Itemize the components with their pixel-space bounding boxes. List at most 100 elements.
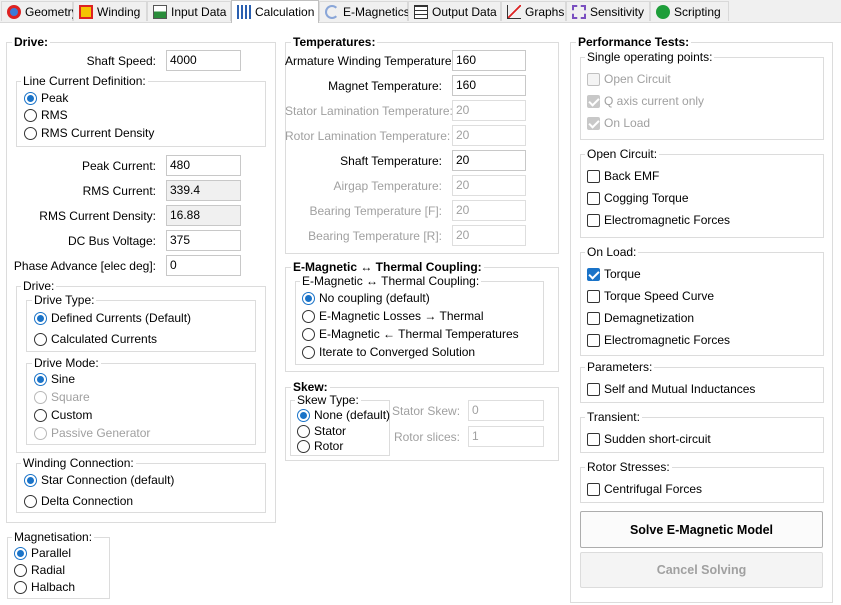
torque-checkbox[interactable]: Torque bbox=[587, 267, 641, 281]
cogging-torque-checkbox[interactable]: Cogging Torque bbox=[587, 191, 689, 205]
tab-scripting[interactable]: Scripting bbox=[650, 1, 729, 21]
defined-currents-radio[interactable]: Defined Currents (Default) bbox=[34, 311, 191, 325]
q-axis-current-checkbox[interactable]: Q axis current only bbox=[587, 94, 704, 108]
cancel-solving-button[interactable]: Cancel Solving bbox=[580, 552, 823, 588]
tab-output-data[interactable]: Output Data bbox=[408, 1, 501, 21]
drive-type-title: Drive Type: bbox=[32, 293, 97, 307]
tab-calculation[interactable]: Calculation bbox=[231, 0, 319, 23]
emagnetics-icon bbox=[325, 4, 339, 19]
bearing-temperature-rear-input[interactable]: 20 bbox=[452, 225, 526, 246]
geometry-icon bbox=[7, 4, 21, 19]
on-load-point-checkbox[interactable]: On Load bbox=[587, 116, 650, 130]
phase-advance-input[interactable]: 0 bbox=[166, 255, 241, 276]
airgap-temperature-input[interactable]: 20 bbox=[452, 175, 526, 196]
checkbox-label: Electromagnetic Forces bbox=[604, 333, 731, 347]
input-data-icon bbox=[153, 4, 167, 19]
radio-indicator bbox=[34, 390, 47, 404]
tab-graphs[interactable]: Graphs bbox=[501, 1, 566, 21]
dc-bus-voltage-input[interactable]: 375 bbox=[166, 230, 241, 251]
radio-indicator bbox=[34, 311, 47, 325]
open-circuit-title: Open Circuit: bbox=[585, 147, 660, 161]
checkbox-label: Q axis current only bbox=[604, 94, 705, 108]
tab-sensitivity[interactable]: Sensitivity bbox=[566, 1, 650, 21]
bearing-temperature-front-input[interactable]: 20 bbox=[452, 200, 526, 221]
radio-indicator bbox=[24, 126, 37, 140]
tab-geometry[interactable]: Geometry bbox=[1, 1, 78, 21]
oc-electromagnetic-forces-checkbox[interactable]: Electromagnetic Forces bbox=[587, 213, 730, 227]
checkbox-label: Demagnetization bbox=[604, 311, 695, 325]
radio-label: Defined Currents (Default) bbox=[51, 311, 192, 325]
radio-label: Peak bbox=[41, 91, 69, 105]
checkbox-label: Cogging Torque bbox=[604, 191, 689, 205]
magnet-temperature-input[interactable]: 160 bbox=[452, 75, 526, 96]
radio-label: No coupling (default) bbox=[319, 291, 430, 305]
magnetisation-title: Magnetisation: bbox=[12, 530, 95, 544]
stator-skew-input[interactable]: 0 bbox=[468, 400, 544, 421]
demagnetization-checkbox[interactable]: Demagnetization bbox=[587, 311, 694, 325]
dc-bus-voltage-label: DC Bus Voltage: bbox=[67, 234, 156, 248]
stator-lamination-temperature-input[interactable]: 20 bbox=[452, 100, 526, 121]
rms-current-density-field: 16.88 bbox=[166, 205, 241, 226]
rotor-lamination-temperature-input[interactable]: 20 bbox=[452, 125, 526, 146]
centrifugal-forces-checkbox[interactable]: Centrifugal Forces bbox=[587, 482, 702, 496]
self-mutual-inductances-checkbox[interactable]: Self and Mutual Inductances bbox=[587, 382, 755, 396]
drive-group-title: Drive: bbox=[21, 279, 57, 293]
radio-label: Rotor bbox=[314, 439, 344, 453]
star-connection-radio[interactable]: Star Connection (default) bbox=[24, 473, 174, 487]
emagnetic-losses-thermal-radio[interactable]: E-Magnetic Losses → Thermal bbox=[302, 309, 484, 323]
passive-generator-radio[interactable]: Passive Generator bbox=[34, 426, 150, 440]
radio-indicator bbox=[34, 332, 47, 346]
scripting-icon bbox=[656, 4, 670, 19]
open-circuit-point-checkbox[interactable]: Open Circuit bbox=[587, 72, 671, 86]
calculation-icon bbox=[237, 5, 251, 19]
tab-label: Input Data bbox=[171, 4, 227, 19]
radial-radio[interactable]: Radial bbox=[14, 563, 65, 577]
skew-stator-radio[interactable]: Stator bbox=[297, 424, 346, 438]
radio-indicator bbox=[34, 372, 47, 386]
tab-emagnetics[interactable]: E-Magnetics bbox=[319, 1, 410, 21]
calculated-currents-radio[interactable]: Calculated Currents bbox=[34, 332, 157, 346]
checkbox-label: Self and Mutual Inductances bbox=[604, 382, 756, 396]
graphs-icon bbox=[507, 4, 521, 19]
checkbox-indicator bbox=[587, 169, 600, 183]
rotor-slices-input[interactable]: 1 bbox=[468, 426, 544, 447]
temperatures-section bbox=[285, 42, 559, 254]
custom-radio[interactable]: Custom bbox=[34, 408, 92, 422]
shaft-temperature-input[interactable]: 20 bbox=[452, 150, 526, 171]
checkbox-label: Open Circuit bbox=[604, 72, 671, 86]
tab-winding[interactable]: Winding bbox=[73, 1, 147, 21]
rotor-lamination-temperature-label: Rotor Lamination Temperature: bbox=[285, 129, 451, 143]
rms-radio[interactable]: RMS bbox=[24, 108, 68, 122]
tab-label: Graphs bbox=[525, 4, 565, 19]
checkbox-label: Torque Speed Curve bbox=[604, 289, 715, 303]
shaft-speed-input[interactable]: 4000 bbox=[166, 50, 241, 71]
sudden-short-circuit-checkbox[interactable]: Sudden short-circuit bbox=[587, 432, 711, 446]
delta-connection-radio[interactable]: Delta Connection bbox=[24, 494, 133, 508]
skew-type-title: Skew Type: bbox=[295, 393, 361, 407]
back-emf-checkbox[interactable]: Back EMF bbox=[587, 169, 659, 183]
tab-label: Output Data bbox=[432, 4, 497, 19]
emagnetic-thermal-temperatures-radio[interactable]: E-Magnetic ← Thermal Temperatures bbox=[302, 327, 519, 341]
solve-emagnetic-model-button[interactable]: Solve E-Magnetic Model bbox=[580, 511, 823, 548]
iterate-converged-radio[interactable]: Iterate to Converged Solution bbox=[302, 345, 475, 359]
square-radio[interactable]: Square bbox=[34, 390, 90, 404]
no-coupling-radio[interactable]: No coupling (default) bbox=[302, 291, 430, 305]
sine-radio[interactable]: Sine bbox=[34, 372, 75, 386]
peak-current-input[interactable]: 480 bbox=[166, 155, 241, 176]
peak-radio[interactable]: Peak bbox=[24, 91, 68, 105]
checkbox-indicator bbox=[587, 94, 600, 108]
radio-indicator bbox=[302, 291, 315, 305]
parallel-radio[interactable]: Parallel bbox=[14, 546, 71, 560]
skew-rotor-radio[interactable]: Rotor bbox=[297, 439, 343, 453]
rms-current-density-radio[interactable]: RMS Current Density bbox=[24, 126, 154, 140]
checkbox-label: Sudden short-circuit bbox=[604, 432, 711, 446]
skew-none-radio[interactable]: None (default) bbox=[297, 408, 390, 422]
tab-input-data[interactable]: Input Data bbox=[147, 1, 231, 21]
radio-indicator bbox=[34, 408, 47, 422]
armature-winding-temperature-input[interactable]: 160 bbox=[452, 50, 526, 71]
radio-label: Halbach bbox=[31, 580, 76, 594]
torque-speed-curve-checkbox[interactable]: Torque Speed Curve bbox=[587, 289, 714, 303]
ol-electromagnetic-forces-checkbox[interactable]: Electromagnetic Forces bbox=[587, 333, 730, 347]
halbach-radio[interactable]: Halbach bbox=[14, 580, 75, 594]
stator-skew-label: Stator Skew: bbox=[392, 404, 461, 418]
